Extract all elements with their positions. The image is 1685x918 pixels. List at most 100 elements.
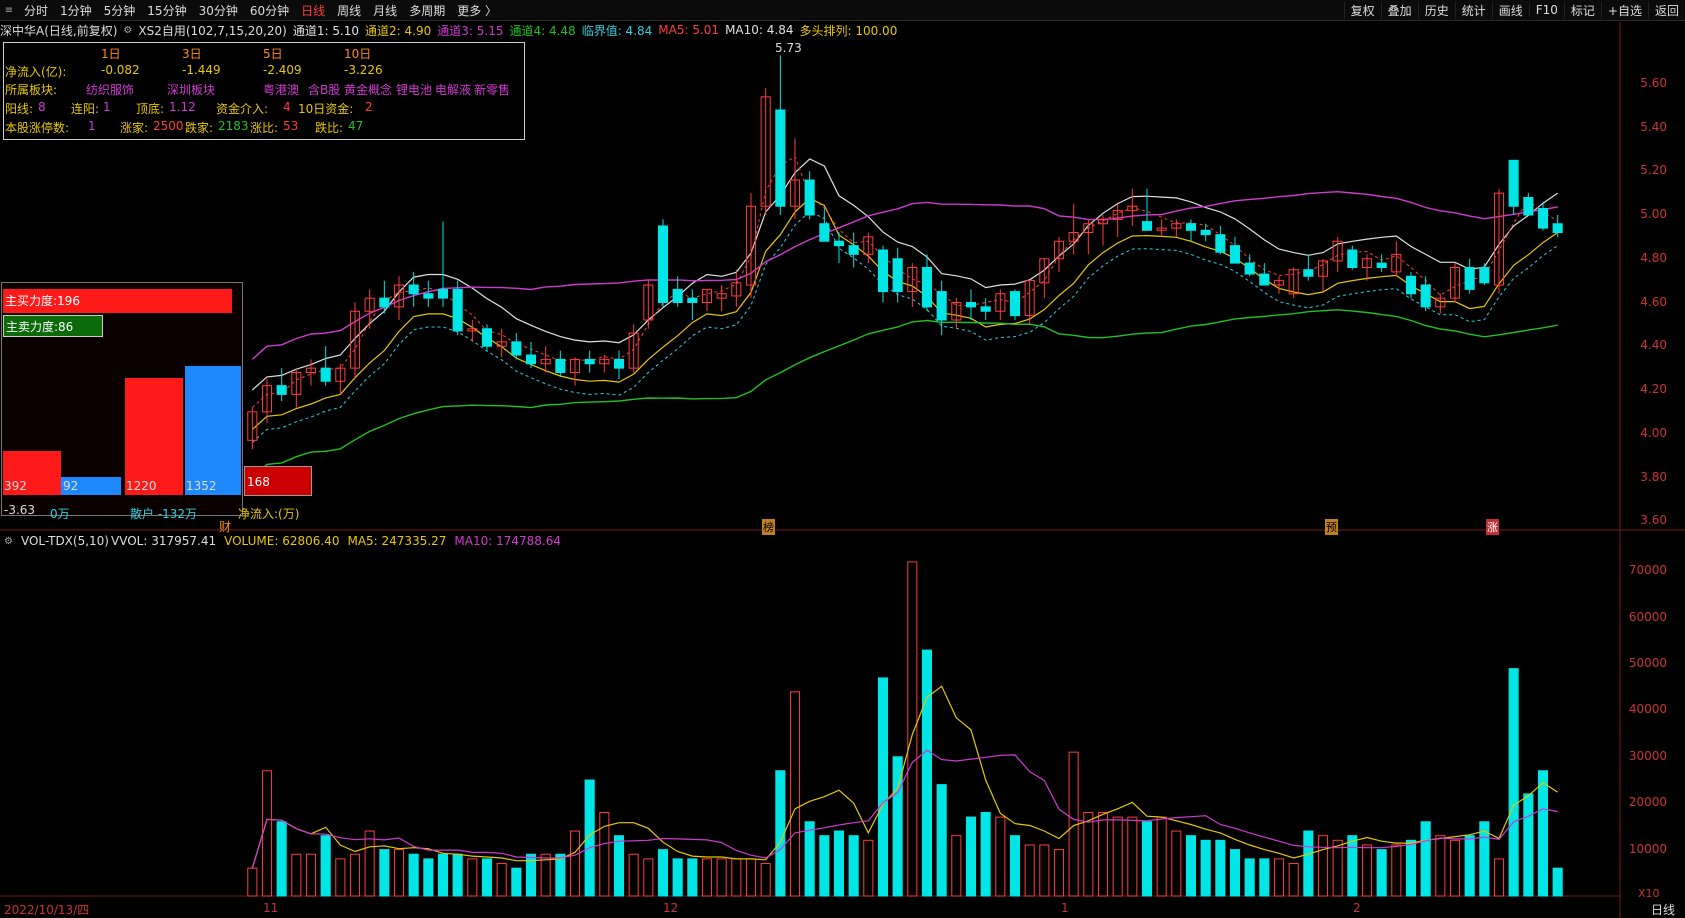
down-ratio-label: 跌比: [315, 121, 344, 135]
candle-body [1215, 234, 1226, 253]
limit-up-label: 本股涨停数: [5, 121, 70, 135]
candle-body [892, 258, 903, 293]
x-label-nov: 11 [263, 901, 279, 915]
volume-bar [364, 830, 375, 897]
price-tick-label: 4.60 [1640, 294, 1667, 309]
volume-bar [423, 858, 434, 897]
limit-up-marker[interactable]: 涨 [1486, 519, 1499, 535]
period-label: 日线 [1650, 903, 1675, 917]
volume-bar [1024, 844, 1035, 897]
candle-body [833, 240, 845, 247]
candle-body [437, 288, 449, 299]
x-label-feb: 2 [1353, 901, 1361, 915]
candle-body [1009, 291, 1021, 317]
volume-bar [247, 867, 258, 897]
forecast-marker[interactable]: 预 [1325, 519, 1338, 535]
candle-body [1405, 275, 1417, 295]
tenday-label: 10日资金: [298, 102, 354, 116]
up-count-label: 涨家: [120, 121, 149, 135]
main-force-flow: -3.63 [4, 503, 36, 517]
channel2-line [251, 197, 1559, 430]
candle-body [848, 245, 859, 255]
net-inflow-3d: -1.449 [182, 63, 221, 77]
volume-bar [1508, 668, 1519, 897]
volume-bar [1332, 839, 1343, 897]
volume-bar [1523, 793, 1534, 897]
header-1d: 1日 [101, 47, 121, 61]
force-bar-4-value: 1352 [186, 479, 217, 493]
x-label-jan: 1 [1061, 901, 1069, 915]
volume-bar [687, 858, 698, 897]
up-ratio-value: 53 [283, 119, 299, 133]
candle-body [1303, 269, 1314, 277]
candle-body [584, 358, 595, 365]
candle-body [921, 267, 933, 308]
price-tick-label: 3.60 [1640, 513, 1667, 528]
candle-body [1259, 273, 1270, 286]
sector-item[interactable]: 黄金概念 [344, 81, 392, 98]
volume-tick-label: 60000 [1628, 609, 1667, 624]
main-force-unit: 0万 [50, 507, 70, 521]
candle-body [555, 358, 566, 373]
volume-bar [804, 821, 815, 897]
dingdi-value: 1.12 [169, 100, 196, 114]
candle-body [276, 385, 287, 395]
volume-bar [1376, 849, 1387, 897]
zijin-value: 4 [283, 100, 291, 114]
candle-body [1244, 262, 1255, 275]
candle-body [1508, 159, 1519, 207]
volume-indicator-name[interactable]: VOL-TDX(5,10) [21, 534, 109, 548]
header-10d: 10日 [344, 47, 372, 61]
net-inflow-5d: -2.409 [263, 63, 302, 77]
volume-bar [1185, 835, 1197, 897]
sector-item[interactable]: 含B股 [308, 81, 340, 98]
volume-tick-label: 30000 [1628, 748, 1667, 763]
volume-bar [1273, 858, 1285, 897]
candle-body [1464, 267, 1475, 290]
volume-bar [437, 853, 449, 897]
volume-tick-label: 70000 [1628, 563, 1667, 578]
ranking-marker[interactable]: 榜 [762, 519, 775, 535]
sector-item[interactable]: 新零售 [474, 81, 510, 98]
sector-item[interactable]: 粤港澳 [263, 81, 299, 98]
volume-bar [335, 858, 346, 897]
volume-bar [481, 858, 493, 897]
volume-title: ⚙ VOL-TDX(5,10) VVOL: 317957.41 VOLUME: … [0, 532, 569, 550]
volume-bar [1435, 835, 1446, 897]
up-ratio-label: 涨比: [250, 121, 279, 135]
volume-bar [1127, 816, 1138, 897]
candle-body [687, 297, 698, 303]
volume-ma10-value: MA10: 174788.64 [454, 534, 562, 548]
sector-item[interactable]: 深圳板块 [167, 81, 215, 98]
x-label-dec: 12 [663, 901, 679, 915]
candle-body [936, 291, 947, 321]
force-bar-1-value: 392 [4, 479, 27, 493]
force-bar-3 [125, 378, 183, 495]
volume-settings-icon[interactable]: ⚙ [4, 536, 13, 547]
volume-bar [731, 858, 742, 897]
volume-bar [1317, 835, 1329, 897]
volume-bar [863, 839, 874, 897]
price-tick-label: 4.20 [1640, 382, 1667, 396]
volume-bar [965, 816, 977, 897]
sector-item[interactable]: 纺织服饰 [86, 81, 134, 98]
candle-body [819, 223, 830, 242]
volume-ma5-value: MA5: 247335.27 [347, 534, 447, 548]
volume-tick-label: 50000 [1628, 656, 1667, 670]
volume-bar [775, 770, 786, 897]
price-tick-label: 3.80 [1640, 469, 1667, 484]
sector-item[interactable]: 锂电池 [396, 81, 432, 98]
volume-bar [995, 816, 1006, 897]
x-label-start: 2022/10/13/四 [4, 903, 90, 917]
lianyang-label: 连阳: [71, 102, 100, 116]
candle-body [804, 179, 815, 216]
vvol-value: VVOL: 317957.41 [111, 534, 217, 548]
volume-bar [1097, 811, 1109, 897]
volume-bar [511, 867, 522, 897]
candle-body [1479, 267, 1490, 284]
sector-item[interactable]: 电解液 [435, 81, 471, 98]
volume-bar [1288, 863, 1299, 897]
volume-bar [760, 863, 771, 897]
retail-flow: 散户 -132万 [130, 507, 198, 521]
volume-bar [1537, 770, 1549, 897]
